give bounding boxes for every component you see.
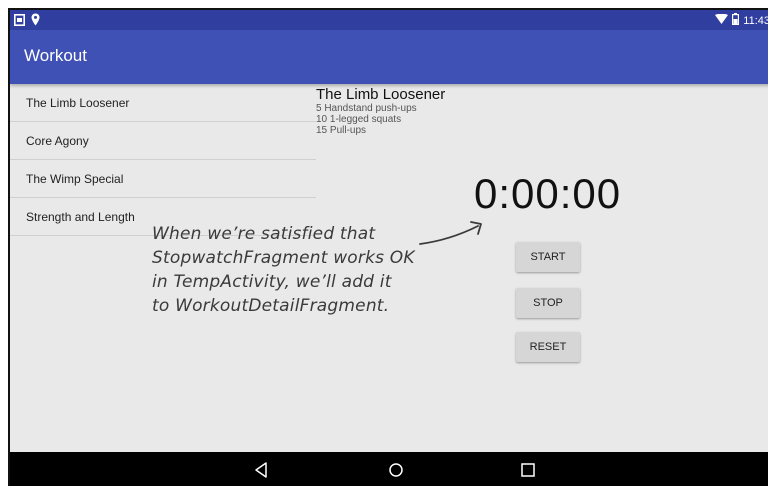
stopwatch-time: 0:00:00 [474, 170, 622, 217]
app-title: Workout [24, 46, 87, 65]
status-time: 11:43 [743, 14, 768, 27]
home-icon[interactable] [386, 460, 406, 480]
battery-icon [732, 13, 740, 28]
reset-button[interactable]: RESET [516, 332, 580, 362]
annotation-line: to WorkoutDetailFragment. [152, 296, 390, 316]
location-icon [31, 13, 40, 31]
annotation-arrow-icon [419, 221, 482, 245]
start-button[interactable]: START [516, 242, 580, 272]
workout-detail: The Limb Loosener 5 Handstand push-ups 1… [316, 86, 445, 136]
workout-title: The Limb Loosener [316, 86, 446, 103]
navigation-bar [10, 452, 768, 486]
status-bar: 11:43 [10, 10, 768, 30]
app-bar: Workout [10, 30, 768, 84]
workout-description-line: 15 Pull-ups [316, 125, 367, 136]
workout-description-line: 10 1-legged squats [316, 114, 402, 125]
back-icon[interactable] [252, 460, 272, 480]
workout-list: The Limb Loosener Core Agony The Wimp Sp… [10, 84, 316, 236]
list-item[interactable]: Core Agony [10, 122, 316, 160]
device-screen: 11:43 Workout The Limb Loosener Core Ago… [8, 8, 768, 486]
wifi-icon [715, 13, 729, 27]
annotation-line: in TempActivity, we’ll add it [152, 272, 392, 292]
stop-button[interactable]: STOP [516, 288, 580, 318]
workout-description-line: 5 Handstand push-ups [316, 103, 417, 114]
recents-icon[interactable] [518, 460, 538, 480]
sim-icon [14, 13, 25, 31]
list-item[interactable]: The Limb Loosener [10, 84, 316, 122]
list-item[interactable]: The Wimp Special [10, 160, 316, 198]
